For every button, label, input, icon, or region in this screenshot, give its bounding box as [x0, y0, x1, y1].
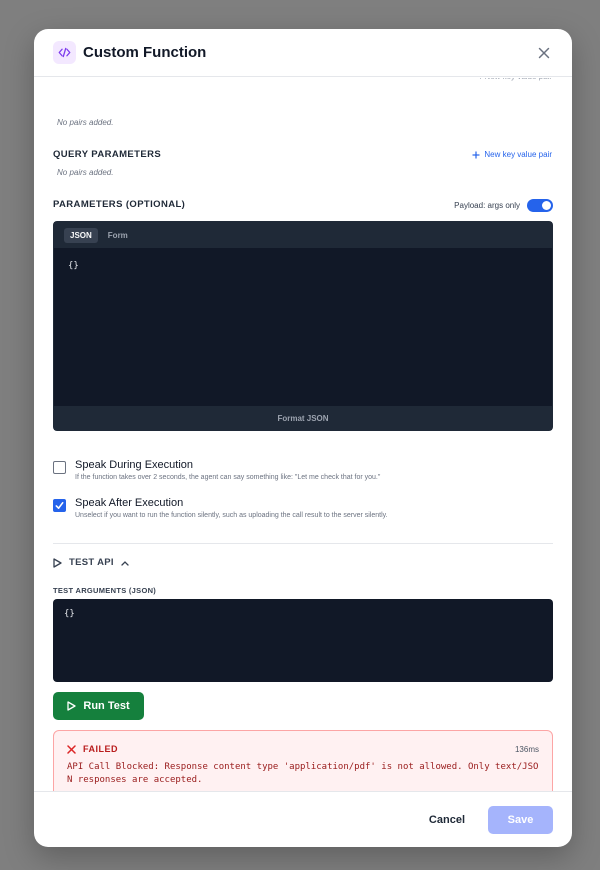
speak-after-option: Speak After Execution Unselect if you wa…	[53, 497, 388, 519]
parameters-editor: JSON Form {} Format JSON	[53, 221, 553, 431]
save-button[interactable]: Save	[488, 805, 553, 834]
x-icon	[67, 744, 76, 754]
add-query-param-label: New key value pair	[484, 150, 552, 159]
query-params-empty-text: No pairs added.	[57, 168, 114, 177]
cancel-button[interactable]: Cancel	[429, 814, 465, 826]
result-message: API Call Blocked: Response content type …	[67, 762, 539, 785]
tab-json[interactable]: JSON	[64, 227, 98, 243]
test-api-label: TEST API	[69, 557, 114, 568]
format-json-button[interactable]: Format JSON	[54, 406, 552, 430]
result-header: FAILED 136ms	[67, 744, 539, 754]
payload-toggle-row: Payload: args only	[454, 199, 553, 212]
payload-toggle[interactable]	[527, 199, 553, 212]
modal-title: Custom Function	[83, 44, 207, 61]
payload-label: Payload: args only	[454, 201, 520, 210]
code-icon	[53, 41, 76, 64]
test-args-input[interactable]: {}	[53, 599, 553, 682]
test-result-panel: FAILED 136ms API Call Blocked: Response …	[53, 730, 553, 792]
speak-during-checkbox[interactable]	[53, 461, 66, 474]
custom-function-modal: Custom Function / New key value pair No …	[34, 29, 572, 847]
query-parameters-label: QUERY PARAMETERS	[53, 149, 162, 160]
speak-during-description: If the function takes over 2 seconds, th…	[75, 474, 381, 481]
modal-footer: Cancel Save	[34, 791, 572, 847]
headers-empty-text: No pairs added.	[57, 118, 114, 127]
check-icon	[55, 501, 64, 510]
play-icon	[53, 557, 62, 568]
test-args-label: TEST ARGUMENTS (JSON)	[53, 586, 157, 595]
run-test-button[interactable]: Run Test	[53, 692, 144, 720]
parameters-code-input[interactable]: {}	[54, 248, 552, 284]
modal-body[interactable]: / New key value pair No pairs added. QUE…	[34, 78, 572, 792]
run-test-label: Run Test	[83, 700, 130, 712]
speak-during-option: Speak During Execution If the function t…	[53, 459, 380, 481]
chevron-up-icon	[121, 560, 129, 566]
parameters-label: PARAMETERS (OPTIONAL)	[53, 199, 186, 210]
play-icon	[67, 701, 77, 711]
close-icon[interactable]	[536, 45, 552, 61]
speak-after-description: Unselect if you want to run the function…	[75, 512, 388, 519]
editor-tabs: JSON Form	[54, 222, 552, 248]
speak-during-title: Speak During Execution	[75, 459, 194, 471]
modal-header: Custom Function	[34, 29, 572, 77]
section-divider	[53, 543, 553, 544]
tab-form[interactable]: Form	[102, 228, 134, 243]
result-duration: 136ms	[514, 744, 539, 754]
speak-after-title: Speak After Execution	[75, 497, 184, 509]
speak-after-checkbox[interactable]	[53, 499, 66, 512]
plus-icon	[472, 151, 480, 158]
add-query-param-link[interactable]: New key value pair	[472, 150, 552, 159]
headers-add-link[interactable]: / New key value pair	[480, 78, 552, 81]
test-api-toggle[interactable]: TEST API	[53, 557, 129, 568]
result-status: FAILED	[83, 744, 119, 754]
